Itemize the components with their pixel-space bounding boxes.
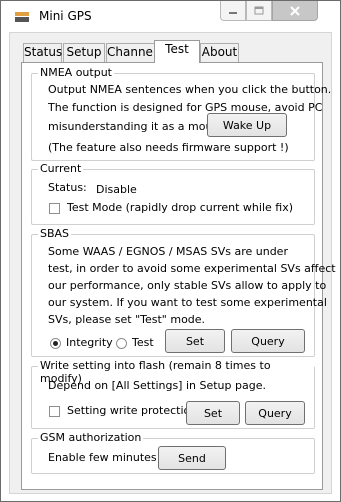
tab-status[interactable]: Status xyxy=(23,43,62,62)
flash-set-button[interactable]: Set xyxy=(186,401,240,425)
sbas-description-line: our performance, only stable SVs allow t… xyxy=(48,279,327,292)
nmea-output-group: NMEA output Output NMEA sentences when y… xyxy=(31,66,331,161)
nmea-firmware-note: (The feature also needs firmware support… xyxy=(48,141,289,154)
sbas-description-line: our system. If you want to test some exp… xyxy=(48,296,327,309)
wake-up-button[interactable]: Wake Up xyxy=(207,113,287,137)
nmea-output-title: NMEA output xyxy=(38,66,114,79)
tab-test-label: Test xyxy=(165,42,189,56)
tab-channel-label: Channel xyxy=(107,45,157,59)
tab-test[interactable]: Test xyxy=(154,40,200,63)
current-group: Current Status: Disable Test Mode (rapid… xyxy=(31,162,315,225)
status-label: Status: xyxy=(48,181,87,194)
tab-about-label: About xyxy=(201,45,238,59)
nmea-description-line: Output NMEA sentences when you click the… xyxy=(48,83,332,96)
window-title: Mini GPS xyxy=(39,9,92,23)
flash-group: Write setting into flash (remain 8 times… xyxy=(31,359,315,429)
tab-status-label: Status xyxy=(24,45,63,59)
tab-setup[interactable]: Setup xyxy=(63,43,105,62)
app-window: Mini GPS Status Setup Channel Test About… xyxy=(0,0,341,502)
test-tab-panel: NMEA output Output NMEA sentences when y… xyxy=(21,62,336,490)
sbas-set-button[interactable]: Set xyxy=(165,329,225,353)
tab-setup-label: Setup xyxy=(66,45,102,59)
sbas-description-line: test, in order to avoid some experimenta… xyxy=(48,262,336,275)
radio-selected-dot xyxy=(53,341,58,346)
gsm-group: GSM authorization Enable few minutes Sen… xyxy=(31,431,315,474)
close-icon xyxy=(290,5,300,16)
write-protection-label[interactable]: Setting write protection xyxy=(67,404,197,417)
tab-channel[interactable]: Channel xyxy=(106,43,156,62)
maximize-icon xyxy=(254,6,264,15)
gsm-label: Enable few minutes xyxy=(48,451,157,464)
status-value: Disable xyxy=(96,183,137,196)
close-button[interactable] xyxy=(272,1,318,21)
test-radio[interactable] xyxy=(116,338,127,349)
test-mode-checkbox[interactable] xyxy=(49,203,60,214)
gsm-send-button[interactable]: Send xyxy=(158,446,226,470)
sbas-description-line: Some WAAS / EGNOS / MSAS SVs are under xyxy=(48,245,288,258)
integrity-radio[interactable] xyxy=(50,338,61,349)
sbas-description-line: SVs, please set "Test" mode. xyxy=(48,313,206,326)
sbas-title: SBAS xyxy=(38,227,72,240)
app-logo-icon xyxy=(14,11,30,23)
maximize-button[interactable] xyxy=(246,1,272,21)
integrity-radio-label[interactable]: Integrity xyxy=(66,336,113,349)
tab-about[interactable]: About xyxy=(200,43,239,62)
minimize-button[interactable] xyxy=(220,1,246,21)
gsm-title: GSM authorization xyxy=(38,431,144,444)
flash-depend-text: Depend on [All Settings] in Setup page. xyxy=(48,379,266,392)
test-radio-label[interactable]: Test xyxy=(132,336,154,349)
minimize-icon xyxy=(229,11,237,14)
title-bar[interactable]: Mini GPS xyxy=(1,1,340,31)
test-mode-label[interactable]: Test Mode (rapidly drop current while fi… xyxy=(67,201,293,214)
nmea-description-line: misunderstanding it as a mouse. xyxy=(48,120,229,133)
sbas-query-button[interactable]: Query xyxy=(231,329,305,353)
sbas-group: SBAS Some WAAS / EGNOS / MSAS SVs are un… xyxy=(31,227,336,357)
current-title: Current xyxy=(38,162,84,175)
flash-query-button[interactable]: Query xyxy=(245,401,305,425)
write-protection-checkbox[interactable] xyxy=(49,406,60,417)
